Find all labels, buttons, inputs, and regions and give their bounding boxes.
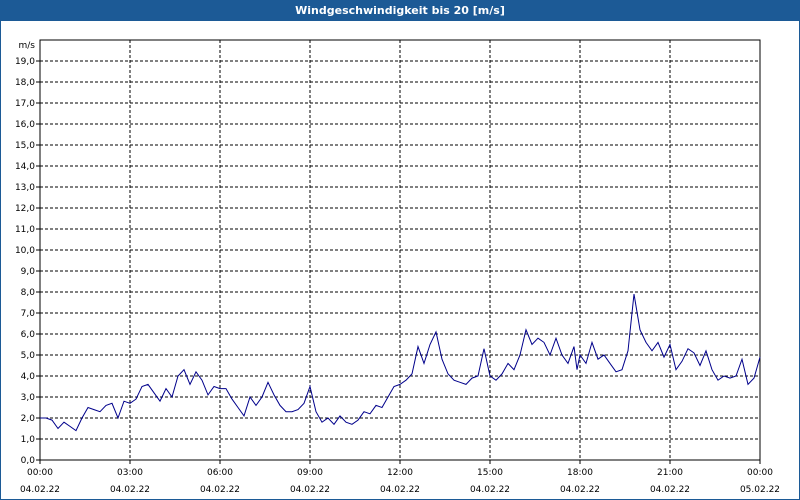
x-tick-time-label: 00:00 xyxy=(747,468,773,478)
y-tick-label: 6,0 xyxy=(21,330,36,340)
y-tick-label: 11,0 xyxy=(15,225,35,235)
x-tick-time-label: 21:00 xyxy=(657,468,683,478)
x-tick-date-label: 04.02.22 xyxy=(470,485,510,495)
x-tick-time-label: 09:00 xyxy=(297,468,323,478)
y-tick-label: 7,0 xyxy=(21,309,36,319)
x-tick-date-label: 05.02.22 xyxy=(740,485,780,495)
x-tick-time-label: 18:00 xyxy=(567,468,593,478)
x-tick-date-label: 04.02.22 xyxy=(560,485,600,495)
y-tick-label: 13,0 xyxy=(15,183,35,193)
y-tick-label: 5,0 xyxy=(21,351,36,361)
y-axis: 0,0 1,0 2,0 3,0 4,0 5,0 6,0 7,0 8,0 9,0 10,0 11,0 12… xyxy=(15,41,40,466)
x-tick-date-label: 04.02.22 xyxy=(290,485,330,495)
y-tick-label: 3,0 xyxy=(21,393,36,403)
x-tick-date-label: 04.02.22 xyxy=(650,485,690,495)
y-tick-label: 19,0 xyxy=(15,57,35,67)
x-tick-time-label: 03:00 xyxy=(117,468,143,478)
y-tick-label: 18,0 xyxy=(15,78,35,88)
y-tick-label: 4,0 xyxy=(21,372,36,382)
y-tick-label: 14,0 xyxy=(15,162,35,172)
y-tick-label: 9,0 xyxy=(21,267,36,277)
y-tick-label: 8,0 xyxy=(21,288,36,298)
chart-window: Windgeschwindigkeit bis 20 [m/s] 0,0 1,0 2… xyxy=(0,0,800,500)
x-tick-date-label: 04.02.22 xyxy=(380,485,420,495)
y-tick-label: 10,0 xyxy=(15,246,35,256)
y-tick-label: 17,0 xyxy=(15,99,35,109)
x-tick-date-label: 04.02.22 xyxy=(20,485,60,495)
x-tick-time-label: 15:00 xyxy=(477,468,503,478)
x-axis: 00:00 04.02.22 03:00 04.02.22 06:00 04.02.22 0… xyxy=(20,460,780,495)
y-tick-label: 15,0 xyxy=(15,141,35,151)
x-tick-time-label: 00:00 xyxy=(27,468,53,478)
grid-lines xyxy=(40,40,760,460)
y-tick-label: 12,0 xyxy=(15,204,35,214)
y-unit-label: m/s xyxy=(19,41,36,51)
y-tick-label: 16,0 xyxy=(15,120,35,130)
x-tick-time-label: 12:00 xyxy=(387,468,413,478)
y-tick-label: 1,0 xyxy=(21,435,36,445)
line-chart: 0,0 1,0 2,0 3,0 4,0 5,0 6,0 7,0 8,0 9,0 10,0 11,0 12… xyxy=(15,39,780,495)
x-tick-time-label: 06:00 xyxy=(207,468,233,478)
chart-title: Windgeschwindigkeit bis 20 [m/s] xyxy=(1,1,799,21)
y-tick-label: 2,0 xyxy=(21,414,36,424)
x-tick-date-label: 04.02.22 xyxy=(200,485,240,495)
x-tick-date-label: 04.02.22 xyxy=(110,485,150,495)
y-tick-label: 0,0 xyxy=(21,456,36,466)
